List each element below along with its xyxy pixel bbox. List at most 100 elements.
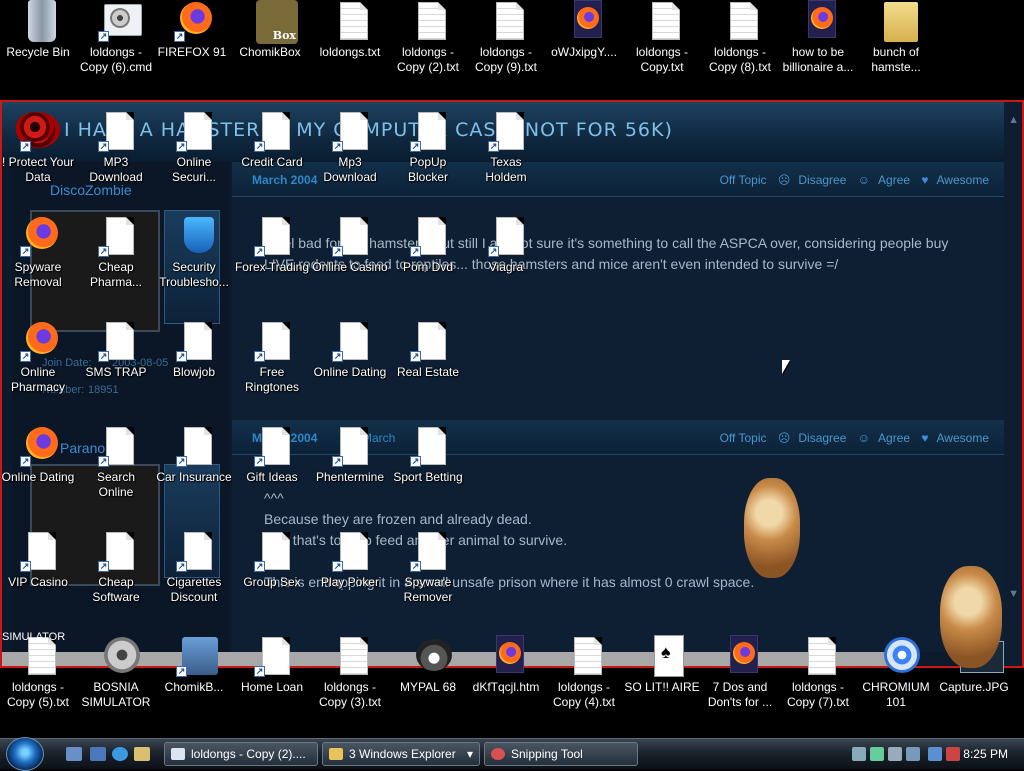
agree-button[interactable]: Agree [878, 173, 910, 187]
desktop-icon[interactable]: ↗ Spyware Remover [390, 530, 466, 604]
icon-glyph: ↗ [174, 0, 212, 42]
desktop-icon[interactable]: ↗ Mp3 Download [312, 110, 388, 184]
desktop-icon[interactable]: ↗ Car Insurance [156, 425, 232, 497]
off-topic-button[interactable]: Off Topic [720, 173, 767, 187]
clock[interactable]: 8:25 PM [963, 747, 1008, 761]
taskbar-item-snipping-tool[interactable]: Snipping Tool [484, 742, 638, 766]
agree-button[interactable]: Agree [878, 431, 910, 445]
taskbar-item-explorer[interactable]: 3 Windows Explorer ▾ [322, 742, 480, 766]
desktop-icon[interactable]: ↗ Texas Holdem [468, 110, 544, 184]
desktop-icon[interactable]: ↗ Online Securi... [156, 110, 232, 184]
start-button[interactable] [6, 737, 44, 771]
desktop-icon[interactable]: ↗ Forex Trading [234, 215, 310, 287]
desktop-icon[interactable]: loldongs.txt [312, 0, 388, 72]
desktop-icon[interactable]: ↗ Cheap Pharma... [78, 215, 154, 289]
icon-glyph [412, 635, 452, 677]
vertical-scrollbar[interactable]: ▲ ▼ [1004, 102, 1022, 666]
awesome-button[interactable]: Awesome [937, 431, 989, 445]
disagree-button[interactable]: Disagree [798, 431, 846, 445]
desktop-icon[interactable]: ↗ Online Dating [0, 425, 76, 497]
desktop-icon[interactable]: ↗ loldongs - Copy (6).cmd [78, 0, 154, 74]
desktop-icon[interactable]: ↗ Online Casino [312, 215, 388, 287]
chevron-down-icon[interactable]: ▾ [467, 743, 473, 765]
switch-windows-icon[interactable] [90, 747, 106, 761]
desktop-icon[interactable]: oWJxipgY.... [546, 0, 622, 72]
chomikbox-icon: Box [256, 0, 298, 44]
off-topic-button[interactable]: Off Topic [720, 431, 767, 445]
desktop-icon[interactable]: ↗ ChomikB... [156, 635, 232, 707]
desktop-icon[interactable]: CHROMIUM 101 [858, 635, 934, 709]
quicklaunch-folder-icon[interactable] [134, 747, 150, 761]
volume-muted-icon[interactable] [946, 747, 960, 761]
desktop-icon[interactable]: ↗ Home Loan [234, 635, 310, 707]
desktop-icon[interactable]: ↗ FIREFOX 91 [154, 0, 230, 72]
desktop-icon[interactable]: ↗ Porn Dvd [390, 215, 466, 287]
desktop-icon[interactable]: loldongs - Copy (2).txt [390, 0, 466, 74]
desktop-icon[interactable]: ↗ Play Poker [312, 530, 388, 602]
desktop-icon[interactable]: loldongs - Copy (8).txt [702, 0, 778, 74]
desktop-icon[interactable]: loldongs - Copy (5).txt [0, 635, 76, 709]
desktop-icon[interactable]: how to be billionaire a... [780, 0, 856, 74]
desktop-icon[interactable]: Recycle Bin [0, 0, 76, 72]
desktop-icon[interactable]: BOSNIA SIMULATOR [78, 635, 154, 709]
desktop-icon[interactable]: ↗ Gift Ideas [234, 425, 310, 497]
icon-glyph: ↗ [176, 110, 212, 152]
desktop-icon[interactable]: loldongs - Copy (9).txt [468, 0, 544, 74]
document-icon [340, 532, 368, 570]
desktop-icon[interactable]: loldongs - Copy (4).txt [546, 635, 622, 709]
scroll-up-icon[interactable]: ▲ [1008, 114, 1019, 126]
desktop-icon[interactable]: ↗ Sport Betting [390, 425, 466, 497]
network-icon[interactable] [852, 747, 866, 761]
desktop-icon[interactable]: ↗ Credit Card [234, 110, 310, 182]
icon-glyph: ↗ [98, 320, 134, 362]
desktop-icon[interactable]: ↗ Online Pharmacy [0, 320, 76, 394]
desktop-icon[interactable]: ↗ PopUp Blocker [390, 110, 466, 184]
desktop-icon[interactable]: ↗ Free Ringtones [234, 320, 310, 394]
desktop-icon[interactable]: Box ChomikBox [232, 0, 308, 72]
show-desktop-icon[interactable] [66, 747, 82, 761]
desktop-icon[interactable]: ↗ ! Protect Your Data [0, 110, 76, 184]
desktop-icon[interactable]: Security Troublesho... [156, 215, 232, 289]
text-file-icon [418, 2, 446, 40]
shortcut-arrow-icon: ↗ [410, 141, 421, 152]
desktop-icon[interactable]: loldongs - Copy.txt [624, 0, 700, 74]
disagree-button[interactable]: Disagree [798, 173, 846, 187]
document-icon [340, 112, 368, 150]
shortcut-arrow-icon: ↗ [98, 31, 109, 42]
desktop-icon[interactable]: ↗ Online Dating [312, 320, 388, 392]
icon-glyph [490, 635, 524, 677]
desktop-icon[interactable]: ↗ SMS TRAP [78, 320, 154, 392]
desktop-icon[interactable]: ↗ Cheap Software [78, 530, 154, 604]
desktop-icon[interactable]: ↗ Group Sex [234, 530, 310, 602]
desktop-icon[interactable]: ↗ Viagra [468, 215, 544, 287]
desktop-icon[interactable]: bunch of hamste... [858, 0, 934, 74]
desktop-icon[interactable]: ↗ MP3 Download [78, 110, 154, 184]
desktop-icon[interactable]: dKfTqcjl.htm [468, 635, 544, 707]
shortcut-arrow-icon: ↗ [410, 351, 421, 362]
awesome-button[interactable]: Awesome [937, 173, 989, 187]
desktop-icon[interactable]: loldongs - Copy (7).txt [780, 635, 856, 709]
desktop-icon[interactable]: ↗ Phentermine [312, 425, 388, 497]
desktop-icon-label: Forex Trading [234, 260, 310, 274]
tray-app-icon[interactable] [870, 747, 884, 761]
desktop-icon[interactable]: ↗ Real Estate [390, 320, 466, 392]
taskbar-item-notepad[interactable]: loldongs - Copy (2).... [164, 742, 318, 766]
desktop-icon[interactable]: ↗ Blowjob [156, 320, 232, 392]
icon-glyph: ↗ [20, 530, 56, 572]
shortcut-arrow-icon: ↗ [254, 351, 265, 362]
desktop-icon[interactable]: ↗ VIP Casino [0, 530, 76, 602]
desktop-icon[interactable]: ↗ Spyware Removal [0, 215, 76, 289]
desktop-icon[interactable]: MYPAL 68 [390, 635, 466, 707]
desktop-icon[interactable]: SO LIT!! AIRE [624, 635, 700, 707]
icon-glyph [22, 0, 56, 42]
desktop-icon[interactable]: loldongs - Copy (3).txt [312, 635, 388, 709]
internet-explorer-icon[interactable] [112, 747, 128, 761]
tray-app-icon[interactable] [906, 747, 920, 761]
scroll-down-icon[interactable]: ▼ [1008, 588, 1019, 600]
desktop-icon[interactable]: ↗ Cigarettes Discount [156, 530, 232, 604]
desktop-icon[interactable]: 7 Dos and Don'ts for ... [702, 635, 778, 709]
monitor-icon[interactable] [928, 747, 942, 761]
tray-app-icon[interactable] [888, 747, 902, 761]
desktop-icon[interactable]: ↗ Search Online [78, 425, 154, 499]
icon-glyph [412, 0, 446, 42]
